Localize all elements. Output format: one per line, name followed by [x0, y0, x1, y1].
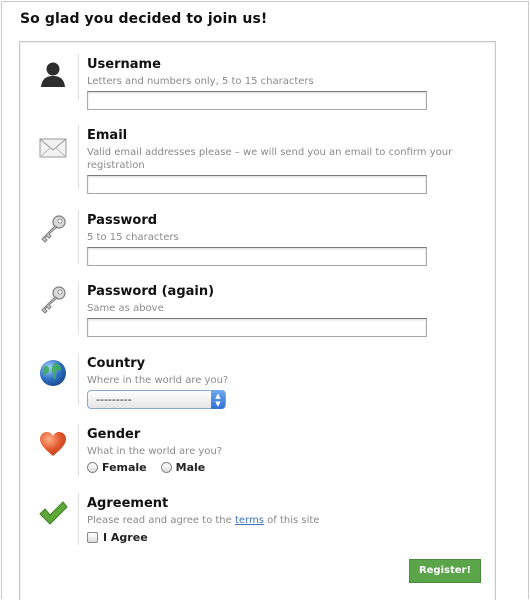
register-button[interactable]: Register!: [409, 559, 481, 583]
password-again-label: Password (again): [87, 284, 215, 299]
row-divider: [78, 54, 79, 100]
password-again-hint: Same as above: [87, 303, 164, 314]
country-select[interactable]: --------- ▲ ▼: [87, 390, 226, 409]
email-hint: Valid email addresses please – we will s…: [87, 147, 453, 171]
agreement-label: Agreement: [87, 496, 169, 511]
radio-female-label: Female: [102, 461, 147, 474]
password-field-group: Password 5 to 15 characters: [87, 213, 487, 266]
agreement-field-group: Agreement Please read and agree to the t…: [87, 496, 487, 544]
password-label: Password: [87, 213, 158, 228]
row-divider: [78, 281, 79, 335]
email-label: Email: [87, 128, 128, 143]
row-divider: [78, 493, 79, 545]
username-label: Username: [87, 57, 161, 72]
country-selected-value: ---------: [96, 393, 132, 406]
password-hint: 5 to 15 characters: [87, 232, 179, 243]
registration-form: Username Letters and numbers only, 5 to …: [19, 41, 496, 600]
agreement-hint: Please read and agree to the terms of th…: [87, 514, 487, 527]
terms-link[interactable]: terms: [235, 515, 264, 526]
heart-icon: [36, 427, 70, 461]
key-icon: [36, 212, 70, 246]
radio-female[interactable]: [87, 462, 98, 473]
page-title: So glad you decided to join us!: [20, 11, 268, 27]
password-again-field-group: Password (again) Same as above: [87, 284, 487, 337]
gender-field-group: Gender What in the world are you? Female…: [87, 427, 487, 474]
user-icon: [36, 58, 70, 92]
row-divider: [78, 125, 79, 189]
gender-options: Female Male: [87, 461, 487, 474]
password-input[interactable]: [87, 247, 427, 266]
radio-male[interactable]: [160, 462, 172, 473]
country-hint: Where in the world are you?: [87, 375, 229, 386]
username-field-group: Username Letters and numbers only, 5 to …: [87, 57, 487, 110]
globe-icon: [36, 356, 70, 390]
agreement-hint-tail: of this site: [263, 515, 320, 526]
agree-option: I Agree: [87, 531, 487, 544]
password-again-input[interactable]: [87, 318, 427, 337]
envelope-icon: [36, 131, 70, 165]
row-divider: [78, 353, 79, 405]
email-field-group: Email Valid email addresses please – we …: [87, 128, 487, 194]
row-divider: [78, 424, 79, 476]
country-label: Country: [87, 356, 146, 371]
key-icon: [36, 283, 70, 317]
gender-hint: What in the world are you?: [87, 446, 223, 457]
email-input[interactable]: [87, 175, 427, 194]
select-arrows-icon: ▲ ▼: [211, 390, 225, 409]
row-divider: [78, 210, 79, 264]
agree-checkbox[interactable]: [87, 532, 98, 543]
username-input[interactable]: [87, 91, 427, 110]
agreement-hint-text: Please read and agree to the: [87, 515, 235, 526]
radio-male-label: Male: [175, 461, 206, 474]
username-hint: Letters and numbers only, 5 to 15 charac…: [87, 76, 314, 87]
country-field-group: Country Where in the world are you? ----…: [87, 356, 487, 409]
agree-checkbox-label: I Agree: [103, 531, 148, 544]
checkmark-icon: [36, 496, 70, 530]
gender-label: Gender: [87, 427, 141, 442]
